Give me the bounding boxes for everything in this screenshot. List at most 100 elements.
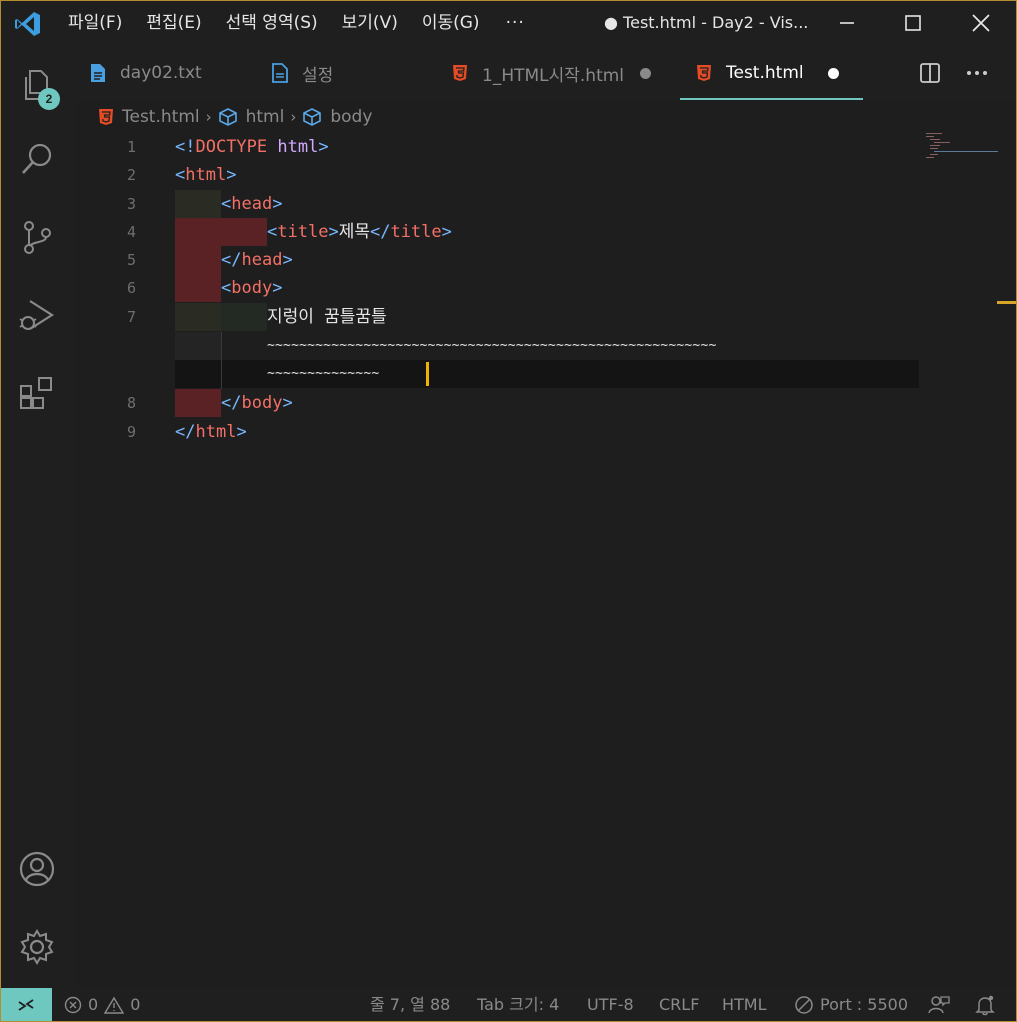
menu-go[interactable]: 이동(G) bbox=[410, 0, 492, 46]
file-text-icon bbox=[91, 64, 105, 82]
menu-edit[interactable]: 편집(E) bbox=[134, 0, 213, 46]
breadcrumb-html-label: html bbox=[245, 107, 285, 127]
line-number: 9 bbox=[126, 423, 136, 441]
symbol-cube-icon bbox=[218, 108, 237, 126]
language-mode[interactable]: HTML bbox=[722, 988, 767, 1022]
run-debug-icon bbox=[19, 300, 55, 330]
end-of-line[interactable]: CRLF bbox=[659, 988, 699, 1022]
run-debug-button[interactable] bbox=[0, 280, 74, 350]
menu-selection[interactable]: 선택 영역(S) bbox=[214, 0, 330, 46]
code-line-wrap: ~~~~~~~~~~~~~~ bbox=[74, 360, 944, 388]
body-text-wrap: ~~~~~~~~~~~~~~~~~~~~~~~~~~~~~~~~~~~~~~~~… bbox=[267, 338, 717, 353]
maximize-icon bbox=[905, 15, 921, 31]
accounts-button[interactable] bbox=[0, 834, 74, 904]
scroll-position-marker bbox=[997, 301, 1017, 304]
tab-label: day02.txt bbox=[120, 63, 202, 83]
tab-day02-txt[interactable]: day02.txt bbox=[90, 46, 202, 100]
more-actions-button[interactable] bbox=[962, 59, 992, 87]
chevron-right-icon: › bbox=[290, 108, 297, 126]
manage-button[interactable] bbox=[0, 912, 74, 982]
cursor-position[interactable]: 줄 7, 열 88 bbox=[370, 988, 450, 1022]
activity-bar: 2 bbox=[0, 46, 74, 988]
split-editor-icon bbox=[920, 63, 940, 83]
line-number: 6 bbox=[126, 279, 136, 297]
window-title: ● Test.html - Day2 - Vis... bbox=[604, 13, 809, 32]
port-label: Port : 5500 bbox=[820, 995, 908, 1014]
feedback-button[interactable] bbox=[928, 994, 950, 1016]
text-caret bbox=[426, 362, 429, 386]
explorer-button[interactable]: 2 bbox=[0, 50, 74, 120]
code-line: 3 <head> bbox=[74, 190, 944, 218]
extensions-button[interactable] bbox=[0, 358, 74, 428]
search-button[interactable] bbox=[0, 124, 74, 194]
close-window-button[interactable] bbox=[947, 0, 1015, 46]
tab-test-html[interactable]: Test.html bbox=[680, 46, 863, 100]
more-icon bbox=[967, 71, 987, 75]
live-server-port[interactable]: Port : 5500 bbox=[794, 988, 908, 1022]
bell-icon bbox=[975, 995, 995, 1016]
line-number: 4 bbox=[126, 223, 136, 241]
unsaved-dot-icon[interactable] bbox=[827, 67, 839, 79]
line-number: 1 bbox=[126, 138, 136, 156]
remote-button[interactable] bbox=[0, 988, 52, 1022]
html5-icon bbox=[697, 65, 711, 81]
body-text: 지렁이 꿈틀꿈틀 bbox=[267, 307, 387, 327]
menu-file[interactable]: 파일(F) bbox=[56, 0, 134, 46]
warning-icon bbox=[104, 996, 125, 1014]
code-line-wrap: ~~~~~~~~~~~~~~~~~~~~~~~~~~~~~~~~~~~~~~~~… bbox=[74, 332, 944, 360]
tab-label: 설정 bbox=[302, 65, 334, 86]
gear-icon bbox=[20, 929, 54, 965]
line-number: 5 bbox=[126, 251, 136, 269]
editor-tabs: day02.txt 설정 1_HTML시작.html Test.html bbox=[74, 46, 1017, 100]
vscode-logo-icon bbox=[15, 12, 40, 36]
breadcrumb-file[interactable]: Test.html bbox=[98, 107, 200, 127]
menu-bar: 파일(F) 편집(E) 선택 영역(S) 보기(V) 이동(G) ··· bbox=[56, 0, 539, 46]
remote-icon bbox=[18, 999, 34, 1011]
line-number: 8 bbox=[126, 394, 136, 412]
code-line: 8 </body> bbox=[74, 389, 944, 417]
line-number: 7 bbox=[126, 308, 136, 326]
minimap[interactable] bbox=[924, 133, 998, 173]
extensions-icon bbox=[20, 377, 52, 409]
source-control-icon bbox=[24, 221, 51, 254]
warning-count: 0 bbox=[130, 995, 141, 1014]
code-editor[interactable]: 1 <!DOCTYPE html> 2 <html> 3 <head> 4 <t… bbox=[74, 133, 1017, 988]
menu-view[interactable]: 보기(V) bbox=[330, 0, 410, 46]
breadcrumb-html[interactable]: html bbox=[218, 107, 285, 127]
maximize-button[interactable] bbox=[879, 0, 947, 46]
code-line: 1 <!DOCTYPE html> bbox=[74, 133, 944, 161]
menu-more-icon[interactable]: ··· bbox=[492, 13, 539, 33]
tab-size[interactable]: Tab 크기: 4 bbox=[477, 988, 559, 1022]
code-line: 5 </head> bbox=[74, 246, 944, 274]
html5-icon bbox=[453, 65, 467, 81]
code-line: 6 <body> bbox=[74, 274, 944, 302]
breadcrumb-body[interactable]: body bbox=[302, 107, 372, 127]
circle-slash-icon bbox=[795, 996, 813, 1014]
code-line: 9 </html> bbox=[74, 418, 944, 446]
explorer-badge: 2 bbox=[38, 88, 60, 110]
notifications-button[interactable] bbox=[974, 994, 996, 1016]
tab-label: Test.html bbox=[726, 63, 804, 83]
error-count: 0 bbox=[88, 995, 99, 1014]
tab-1-html-start[interactable]: 1_HTML시작.html bbox=[452, 46, 652, 100]
breadcrumb-body-label: body bbox=[330, 107, 373, 127]
minimize-icon bbox=[840, 22, 854, 24]
code-line: 2 <html> bbox=[74, 161, 944, 189]
error-icon bbox=[64, 996, 82, 1014]
close-icon bbox=[972, 14, 990, 32]
minimize-button[interactable] bbox=[813, 0, 881, 46]
encoding[interactable]: UTF-8 bbox=[587, 988, 634, 1022]
unsaved-dot-icon[interactable] bbox=[640, 67, 652, 79]
breadcrumb: Test.html › html › body bbox=[98, 104, 372, 130]
body-text-wrap: ~~~~~~~~~~~~~~ bbox=[267, 366, 380, 381]
tab-settings[interactable]: 설정 bbox=[272, 46, 333, 100]
html5-icon bbox=[99, 109, 113, 125]
line-number: 3 bbox=[126, 195, 136, 213]
line-number: 2 bbox=[126, 166, 136, 184]
source-control-button[interactable] bbox=[0, 202, 74, 272]
split-editor-button[interactable] bbox=[915, 59, 945, 87]
tab-label: 1_HTML시작.html bbox=[482, 65, 625, 86]
problems-indicator[interactable]: 0 0 bbox=[64, 988, 140, 1022]
account-icon bbox=[19, 851, 55, 887]
title-bar: 파일(F) 편집(E) 선택 영역(S) 보기(V) 이동(G) ··· ● T… bbox=[0, 0, 1017, 46]
